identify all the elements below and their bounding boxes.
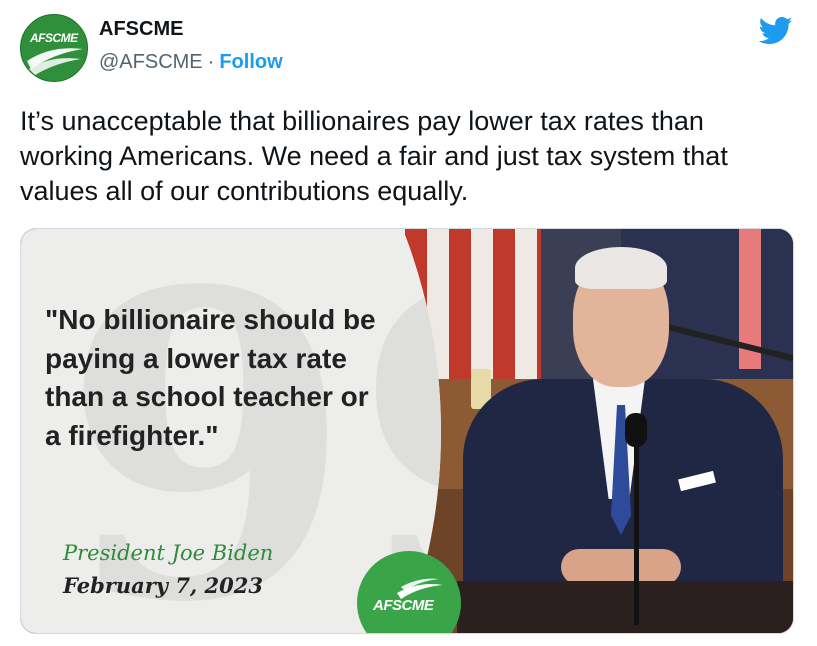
avatar-swoosh-icon (27, 48, 83, 75)
handle-row: @AFSCME · Follow (99, 51, 283, 74)
tweet-media-image[interactable]: 99 "No billionaire should be paying a lo… (20, 228, 794, 634)
tweet-card: AFSCME AFSCME @AFSCME · Follow It’s unacce… (0, 0, 817, 646)
tweet-text: It’s unacceptable that billionaires pay … (20, 106, 728, 206)
quote-text: "No billionaire should be paying a lower… (45, 304, 376, 451)
logo-swoosh-icon (397, 578, 443, 599)
account-handle[interactable]: @AFSCME (99, 51, 203, 73)
attribution-name: President Joe Biden (63, 541, 274, 565)
account-name[interactable]: AFSCME (99, 18, 183, 41)
afscme-logo-badge: AFSCME (357, 551, 461, 633)
avatar[interactable]: AFSCME (20, 14, 88, 82)
follow-button[interactable]: Follow (219, 51, 282, 73)
avatar-label: AFSCME (30, 31, 78, 45)
twitter-bird-icon[interactable] (759, 16, 793, 46)
speaker-hair (575, 247, 667, 289)
podium (457, 581, 793, 633)
microphone-icon (625, 413, 647, 447)
separator-dot: · (207, 51, 215, 73)
attribution-date: February 7, 2023 (63, 573, 264, 598)
speaker-hands (561, 549, 681, 585)
microphone-stand (634, 425, 639, 625)
logo-label: AFSCME (373, 597, 434, 614)
